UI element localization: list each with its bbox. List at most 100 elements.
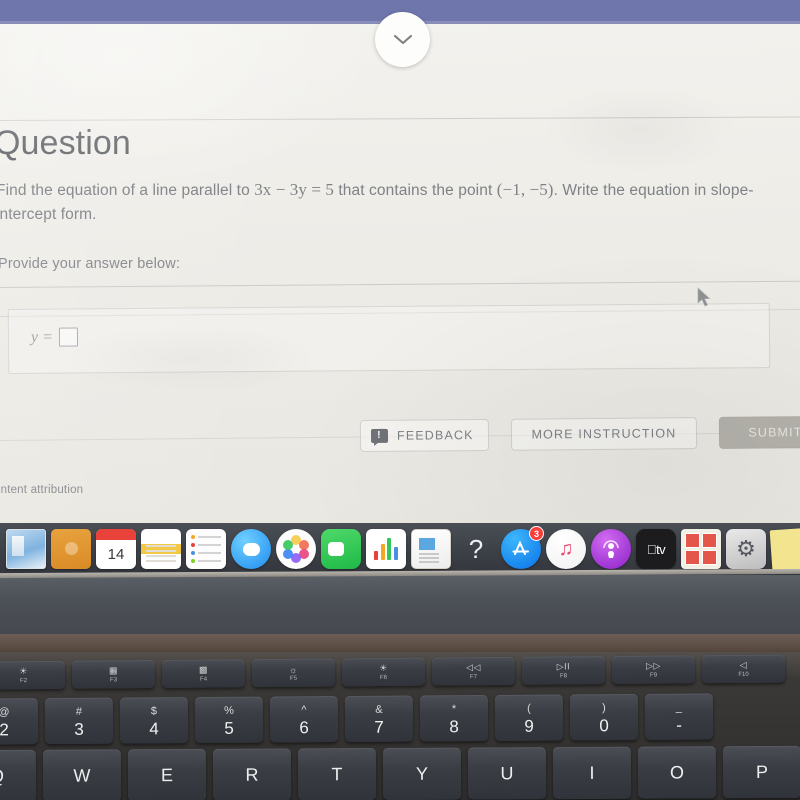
dock-item-app-store[interactable]: 3	[501, 526, 544, 569]
dock-item-keynote[interactable]	[411, 529, 451, 569]
key-shift-glyph: *	[451, 702, 457, 715]
dock-item-messages[interactable]	[231, 529, 271, 575]
answer-input-card[interactable]: y =	[7, 303, 771, 374]
dock-item-stickies[interactable]	[769, 527, 800, 571]
key-f6[interactable]: ☀ F6	[341, 657, 426, 687]
key-label: 3	[74, 719, 84, 739]
calendar-header-strip	[96, 529, 136, 540]
dock-item-calendar[interactable]: 14	[96, 529, 136, 569]
dock-item-numbers[interactable]	[366, 529, 406, 569]
mouse-cursor	[697, 287, 711, 307]
feedback-button[interactable]: ! FEEDBACK	[359, 418, 489, 453]
key-fnum: F3	[110, 677, 118, 684]
key-7[interactable]: & 7	[344, 695, 414, 742]
key-glyph: ◁◁	[465, 662, 481, 673]
dock-item-notes[interactable]	[141, 529, 181, 569]
dock-item-help[interactable]: ?	[456, 529, 496, 569]
key-shift-glyph: $	[150, 704, 158, 717]
more-instruction-button[interactable]: MORE INSTRUCTION	[510, 417, 698, 451]
collapse-toggle-button[interactable]	[375, 12, 430, 67]
key-r[interactable]: R	[212, 748, 292, 800]
key-9[interactable]: ( 9	[494, 694, 564, 741]
key-f8[interactable]: ▷II F8	[521, 656, 606, 685]
dock-item-facetime[interactable]	[321, 529, 361, 569]
key-glyph: ◁	[739, 659, 748, 670]
page-title: Question	[0, 124, 131, 162]
key-glyph: ▷▷	[645, 660, 661, 671]
answer-prefix: y =	[30, 328, 53, 346]
dock-item-reminders[interactable]	[186, 529, 226, 569]
key-i[interactable]: I	[552, 746, 632, 800]
key-label: 9	[524, 716, 534, 736]
key-fnum: F4	[200, 676, 208, 683]
key-shift-glyph: #	[75, 705, 83, 718]
key-e[interactable]: E	[127, 748, 207, 800]
speech-bubble-alert-icon: !	[370, 428, 389, 443]
dock-item-mail[interactable]	[6, 529, 46, 569]
key-w[interactable]: W	[42, 749, 122, 800]
key-f3[interactable]: ▦ F3	[71, 659, 156, 689]
feedback-button-label: FEEDBACK	[396, 428, 474, 443]
key-label: 5	[224, 718, 234, 738]
apple-tv-label: tv	[647, 541, 666, 557]
dock-item-apple-tv[interactable]: tv	[636, 529, 676, 569]
dock-item-photos[interactable]	[276, 529, 316, 569]
screen-bezel	[0, 575, 800, 637]
key-shift-glyph: %	[224, 704, 234, 717]
answer-expression: y =	[30, 327, 78, 347]
divider-line	[0, 280, 800, 288]
answer-input[interactable]	[58, 327, 78, 347]
prompt-equation: 3x − 3y = 5	[254, 180, 334, 199]
key-f2[interactable]: ☀ F2	[0, 660, 66, 690]
key-4[interactable]: $ 4	[119, 697, 189, 744]
laptop-photo: Question Find the equation of a line par…	[0, 0, 800, 800]
content-attribution[interactable]: ontent attribution	[0, 484, 83, 496]
dock-item-contacts[interactable]	[51, 529, 91, 569]
app-store-badge: 3	[529, 526, 544, 541]
key-shift-glyph: &	[375, 703, 383, 716]
key-6[interactable]: ^ 6	[269, 696, 339, 743]
prompt-point: (−1, −5)	[496, 180, 554, 199]
dock-item-podcasts[interactable]	[591, 529, 631, 569]
key-8[interactable]: * 8	[419, 694, 489, 742]
key-label: 2	[0, 719, 9, 739]
key-3[interactable]: # 3	[44, 697, 114, 745]
key-q[interactable]: Q	[0, 749, 37, 800]
question-prompt: Find the equation of a line parallel to …	[0, 177, 796, 227]
key-minus[interactable]: _ -	[644, 693, 714, 740]
key-f10[interactable]: ◁ F10	[701, 654, 786, 684]
key-f9[interactable]: ▷▷ F9	[611, 655, 696, 685]
key-0[interactable]: ) 0	[569, 693, 639, 741]
key-fnum: F6	[380, 674, 388, 682]
key-y[interactable]: Y	[382, 747, 462, 800]
key-5[interactable]: % 5	[194, 696, 264, 744]
key-f4[interactable]: ▩ F4	[161, 659, 246, 688]
key-shift-glyph: @	[0, 705, 10, 718]
key-o[interactable]: O	[637, 746, 717, 799]
key-label: 0	[599, 715, 609, 735]
keyboard-number-row: @ 2 # 3 $ 4 % 5 ^ 6 & 7 * 8 (9) 0 _ -	[0, 693, 714, 745]
submit-button[interactable]: SUBMIT	[719, 415, 800, 449]
divider-line	[0, 116, 800, 121]
prompt-text-part-1: Find the equation of a line parallel to	[0, 182, 255, 199]
key-shift-glyph: (	[527, 702, 531, 715]
more-instruction-label: MORE INSTRUCTION	[531, 426, 677, 442]
key-shift-glyph: )	[602, 701, 606, 714]
dock-item-system-preferences[interactable]: ⚙	[726, 529, 766, 569]
laptop-screen: Question Find the equation of a line par…	[0, 0, 800, 523]
key-label: 4	[149, 718, 159, 738]
dock-item-photo-booth[interactable]	[681, 529, 721, 569]
dock-item-music[interactable]: ♫	[546, 529, 586, 569]
key-u[interactable]: U	[467, 747, 547, 800]
calendar-day-number: 14	[107, 546, 125, 563]
macos-dock[interactable]: 14 ? 3 ♫ tv ⚙	[0, 523, 800, 575]
key-p[interactable]: P	[722, 745, 800, 799]
key-f7[interactable]: ◁◁ F7	[431, 656, 516, 686]
key-fnum: F7	[470, 674, 478, 681]
key-2[interactable]: @ 2	[0, 698, 39, 745]
key-t[interactable]: T	[297, 748, 377, 800]
key-glyph: ▦	[108, 665, 119, 676]
key-f5[interactable]: ☼ F5	[251, 658, 336, 688]
app-store-icon	[512, 540, 530, 556]
numbers-bar-chart-icon	[374, 538, 398, 560]
